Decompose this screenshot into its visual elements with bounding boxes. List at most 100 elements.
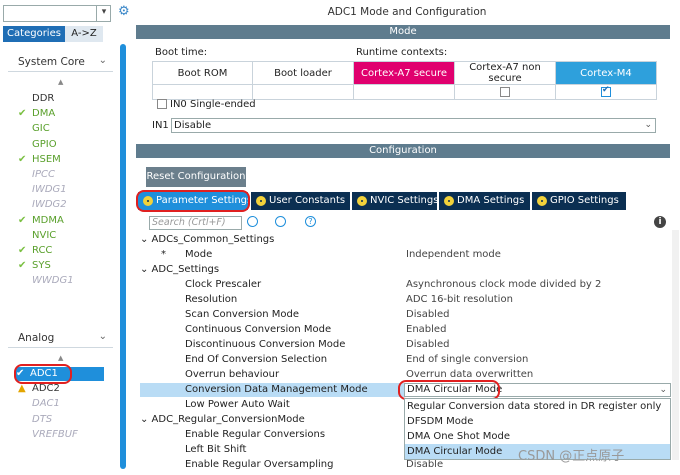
section-system-core[interactable]: System Core ⌄ — [8, 52, 113, 72]
chevron-down-icon[interactable]: ⌄ — [99, 55, 107, 66]
sidebar-item-label: VREFBUF — [32, 428, 78, 440]
sidebar-item-label: GIC — [32, 123, 50, 135]
scrollbar[interactable] — [120, 44, 126, 469]
in0-checkbox[interactable] — [157, 99, 167, 110]
param-value: Asynchronous clock mode divided by 2 — [406, 279, 602, 290]
sidebar-item-label: RCC — [32, 245, 53, 256]
checkbox[interactable] — [500, 86, 510, 97]
sidebar-item-label: SYS — [32, 260, 51, 272]
ctx-a7-secure-cell — [353, 84, 455, 100]
ctx-m4-cell[interactable] — [555, 84, 657, 100]
param-label: Scan Conversion Mode — [185, 309, 299, 320]
search-next-icon[interactable] — [275, 216, 286, 227]
sidebar-item-label: GPIO — [32, 138, 57, 150]
scroll-up-icon[interactable]: ▲ — [58, 354, 63, 362]
sidebar-item[interactable]: ✔ HSEM — [18, 153, 61, 167]
check-icon: ✔ — [18, 214, 27, 226]
param-label: Clock Prescaler — [185, 279, 262, 290]
settings-dot-icon — [537, 196, 547, 206]
in0-label: IN0 Single-ended — [170, 99, 256, 110]
section-title: Analog — [18, 332, 55, 344]
param-value: End of single conversion — [406, 354, 529, 365]
settings-dot-icon — [357, 196, 367, 206]
tab-dma-settings[interactable]: DMA Settings — [439, 192, 530, 210]
scroll-up-icon[interactable]: ▲ — [58, 78, 63, 86]
ctx-a7-secure-header: Cortex-A7 secure — [353, 61, 455, 85]
param-value: Independent mode — [406, 249, 501, 260]
param-label: End Of Conversion Selection — [185, 354, 328, 365]
section-title: System Core — [18, 56, 85, 68]
sidebar-item[interactable]: ✔ DMA — [18, 107, 55, 121]
reset-configuration-button[interactable]: Reset Configuration — [146, 167, 246, 187]
mode-bar: Mode — [136, 25, 670, 39]
sidebar-item-label: DAC1 — [32, 398, 60, 410]
help-icon[interactable]: ? — [305, 216, 316, 227]
sidebar-item[interactable]: ▲ ADC2 — [18, 382, 60, 396]
check-icon: ✔ — [18, 245, 27, 256]
chevron-down-icon: ⌄ — [659, 385, 667, 395]
param-label: Left Bit Shift — [185, 444, 247, 455]
in1-select[interactable]: Disable ⌄ — [171, 118, 656, 133]
boot-loader-header: Boot loader — [252, 61, 354, 85]
tab-categories[interactable]: Categories — [3, 26, 65, 42]
check-icon: ✔ — [18, 108, 27, 120]
param-label: Enable Regular Conversions — [185, 429, 326, 440]
dropdown-option[interactable]: DMA One Shot Mode — [405, 429, 670, 444]
info-icon[interactable]: i — [654, 216, 666, 228]
sidebar-item-label: NVIC — [32, 229, 57, 241]
ctx-m4-header: Cortex-M4 — [555, 61, 657, 85]
sidebar-item[interactable]: DTS — [18, 413, 52, 427]
ctx-a7-nonsecure-cell[interactable] — [454, 84, 556, 100]
param-label: Continuous Conversion Mode — [185, 324, 332, 335]
tab-nvic-settings[interactable]: NVIC Settings — [352, 192, 438, 210]
dropdown-option[interactable]: Regular Conversion data stored in DR reg… — [405, 399, 670, 414]
param-value: Disable — [406, 459, 444, 470]
param-value: Disabled — [406, 339, 450, 350]
sidebar-item-label: DTS — [32, 413, 53, 425]
param-value: ADC 16-bit resolution — [406, 294, 513, 305]
boot-time-label: Boot time: — [155, 47, 208, 58]
param-group-header: ⌄ ADCs_Common_Settings — [140, 234, 275, 245]
parameter-search-input[interactable]: Search (Crtl+F) — [149, 216, 242, 230]
ctx-a7-nonsecure-header: Cortex-A7 non secure — [454, 61, 556, 85]
param-label: Low Power Auto Wait — [185, 399, 290, 410]
sidebar-item-label: IPCC — [32, 169, 55, 180]
param-label: Conversion Data Management Mode — [185, 384, 368, 395]
sidebar-item[interactable]: NVIC — [18, 229, 56, 243]
sidebar-item[interactable]: IPCC — [18, 168, 55, 182]
sidebar-item[interactable]: GPIO — [18, 138, 57, 152]
tab-gpio-settings[interactable]: GPIO Settings — [532, 192, 626, 210]
dropdown-option[interactable]: DFSDM Mode — [405, 414, 670, 429]
param-group-header: ⌄ ADC_Regular_ConversionMode — [140, 414, 305, 425]
sidebar-item[interactable]: GIC — [18, 122, 50, 136]
highlight-ring — [136, 190, 250, 212]
sidebar-item[interactable]: VREFBUF — [18, 428, 78, 442]
tab-a-to-z[interactable]: A->Z — [65, 26, 103, 42]
sidebar-item[interactable]: IWDG2 — [18, 198, 67, 212]
chevron-down-icon: ⌄ — [644, 120, 652, 130]
gear-icon[interactable]: ⚙ — [118, 5, 130, 19]
sidebar-item[interactable]: ✔ RCC — [18, 244, 52, 258]
tab-user-constants[interactable]: User Constants — [251, 192, 350, 210]
chevron-down-icon[interactable]: ⌄ — [99, 331, 107, 342]
param-group-header: ⌄ ADC_Settings — [140, 264, 220, 275]
sidebar-item-label: DMA — [32, 108, 56, 120]
param-label: Enable Regular Oversampling — [185, 459, 334, 470]
sidebar-item-label: IWDG2 — [32, 199, 67, 211]
section-analog[interactable]: Analog ⌄ — [8, 328, 113, 348]
scrollbar[interactable] — [672, 230, 679, 460]
sidebar-item[interactable]: ✔ SYS — [18, 259, 51, 273]
settings-dot-icon — [444, 196, 454, 206]
sidebar-item[interactable]: DAC1 — [18, 397, 60, 411]
context-table: Boot ROM Boot loader Cortex-A7 secure Co… — [152, 61, 657, 100]
search-prev-icon[interactable] — [247, 216, 258, 227]
sidebar-item[interactable]: DDR — [18, 92, 54, 106]
boot-loader-cell — [252, 84, 354, 100]
highlight-ring — [398, 380, 500, 400]
checkbox-checked[interactable] — [601, 85, 611, 97]
sidebar-item[interactable]: WWDG1 — [18, 274, 74, 288]
sidebar-item[interactable]: IWDG1 — [18, 183, 67, 197]
search-input[interactable] — [3, 5, 111, 22]
chevron-down-icon[interactable]: ▾ — [96, 5, 111, 22]
sidebar-item[interactable]: ✔ MDMA — [18, 214, 64, 228]
